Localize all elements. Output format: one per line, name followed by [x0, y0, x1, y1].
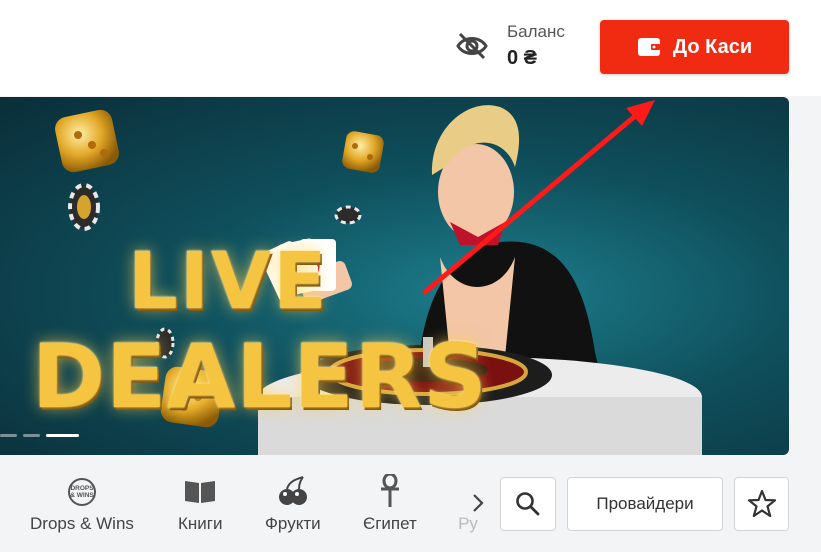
category-label: Книги [178, 514, 223, 533]
dice-top-mid [342, 131, 384, 173]
cashier-button[interactable]: До Каси [600, 20, 789, 74]
top-header: Баланс 0 ₴ До Каси [0, 0, 821, 96]
star-icon [747, 489, 776, 518]
category-label: Єгипет [363, 514, 417, 533]
slider-dot-2[interactable] [23, 434, 40, 437]
slider-dot-3[interactable] [46, 434, 79, 437]
banner-line1: LIVE [128, 237, 329, 327]
balance-value: 0 ₴ [507, 47, 538, 69]
cashier-label: До Каси [672, 35, 753, 58]
slider-dots [0, 434, 79, 437]
chevron-right-icon[interactable] [470, 492, 486, 514]
search-button[interactable] [500, 477, 556, 531]
svg-text:DROPS: DROPS [70, 485, 94, 492]
providers-button[interactable]: Провайдери [567, 477, 723, 531]
chip-left [68, 183, 100, 231]
drops-wins-icon: DROPS & WINS [67, 478, 96, 506]
book-icon [185, 481, 216, 503]
cherries-icon [278, 476, 307, 505]
balance-label: Баланс [507, 22, 565, 41]
dice-top-left [55, 109, 119, 173]
slider-dot-1[interactable] [0, 434, 17, 437]
category-label: Ру [458, 514, 478, 533]
category-fruits[interactable]: Фрукти [265, 474, 321, 534]
category-label: Фрукти [265, 514, 321, 533]
category-label: Drops & Wins [30, 514, 134, 533]
wallet-icon [637, 38, 660, 56]
search-icon [516, 492, 540, 516]
svg-text:& WINS: & WINS [70, 492, 94, 499]
favorites-button[interactable] [734, 477, 789, 531]
chip-mid [334, 205, 362, 225]
banner-line2: DEALERS [32, 325, 488, 428]
ankh-icon [380, 474, 399, 507]
promo-banner[interactable]: LIVE DEALERS [0, 97, 789, 455]
category-drops-wins[interactable]: DROPS & WINS Drops & Wins [30, 474, 134, 534]
eye-off-icon[interactable] [456, 32, 488, 60]
category-books[interactable]: Книги [178, 474, 222, 534]
category-egypt[interactable]: Єгипет [363, 474, 417, 534]
